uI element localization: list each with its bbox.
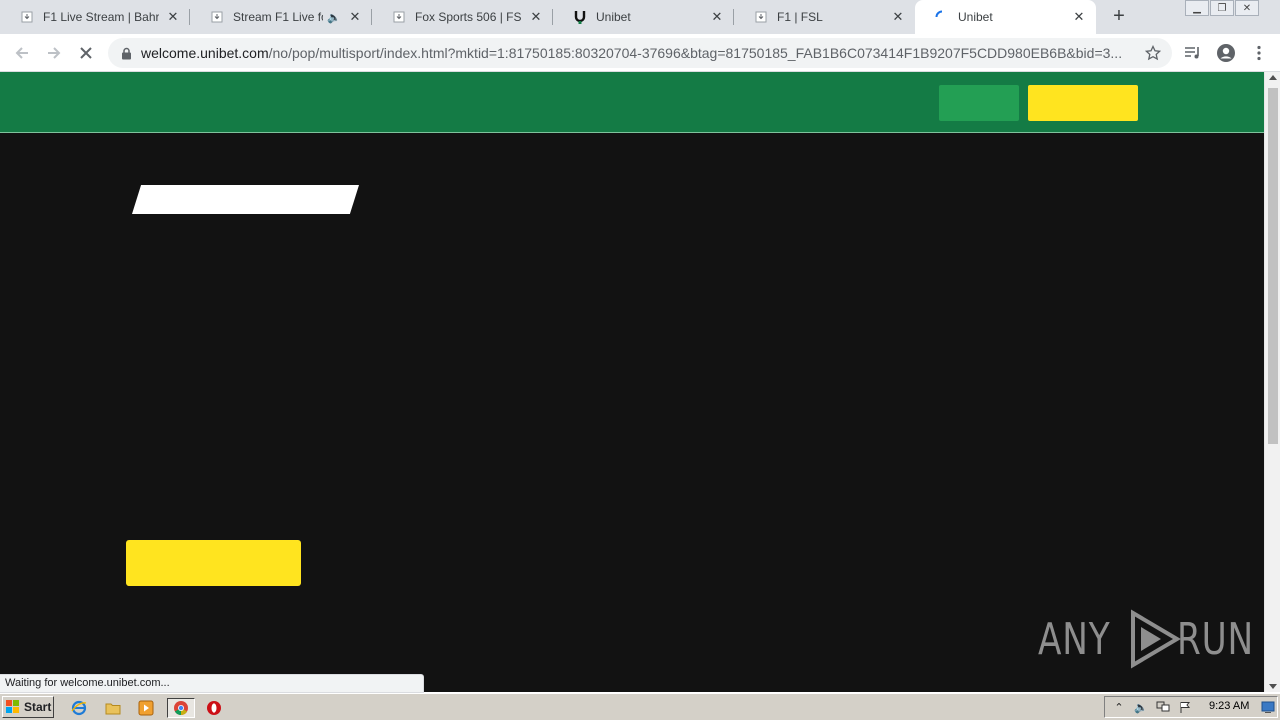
close-tab-icon[interactable]: ✕ [165,9,181,25]
download-page-icon [754,10,768,24]
lock-icon[interactable] [119,46,133,60]
watermark-text-any: ANY [1038,613,1111,665]
tab-title: F1 Live Stream | Bahrain [43,10,159,24]
profile-avatar-icon[interactable] [1215,42,1237,64]
tab-title: F1 | FSL [777,10,823,24]
folder-icon[interactable] [103,698,123,718]
vertical-scrollbar[interactable] [1264,72,1280,692]
browser-toolbar: welcome.unibet.com/no/pop/multisport/ind… [0,34,1280,72]
tab-fox-sports-506[interactable]: Fox Sports 506 | FSL ✕ [372,0,553,34]
cta-button[interactable] [126,540,301,586]
bookmark-star-icon[interactable] [1144,44,1162,62]
ie-icon[interactable] [69,698,89,718]
network-icon[interactable] [1155,699,1171,715]
site-header [0,72,1264,133]
scroll-up-arrow-icon[interactable] [1269,75,1277,80]
chrome-icon[interactable] [167,698,195,718]
loading-spinner-icon [935,10,949,24]
system-tray: ⌃ 🔈 9:23 AM [1104,696,1278,718]
tab-title: Unibet [958,10,993,24]
tab-f1-fsl[interactable]: F1 | FSL ✕ [734,0,915,34]
address-bar[interactable]: welcome.unibet.com/no/pop/multisport/ind… [108,38,1172,68]
url-text[interactable]: welcome.unibet.com/no/pop/multisport/ind… [141,45,1129,61]
play-triangle-icon [1130,609,1181,669]
action-center-flag-icon[interactable] [1177,699,1193,715]
volume-icon[interactable]: 🔈 [1133,699,1149,715]
media-control-icon[interactable] [1182,42,1204,64]
close-window-icon[interactable]: ✕ [1235,0,1259,16]
close-tab-icon[interactable]: ✕ [528,9,544,25]
back-icon[interactable] [10,41,34,65]
tab-unibet[interactable]: Unibet ✕ [553,0,734,34]
new-tab-button[interactable]: + [1108,6,1130,28]
tab-unibet-active[interactable]: Unibet ✕ [915,0,1096,34]
download-page-icon [392,10,406,24]
tab-f1-live-stream[interactable]: F1 Live Stream | Bahrain ✕ [0,0,190,34]
download-page-icon [20,10,34,24]
window-controls: ▁ ❐ ✕ [1184,0,1259,18]
anyrun-watermark: ANY RUN [1038,609,1264,669]
scrollbar-thumb[interactable] [1268,88,1278,444]
tab-title: Stream F1 Live for Free [233,10,323,24]
start-button[interactable]: Start [2,696,54,718]
restore-icon[interactable]: ❐ [1210,0,1234,16]
headline-placeholder [132,185,359,214]
kebab-menu-icon[interactable] [1248,42,1270,64]
show-desktop-icon[interactable] [1261,700,1275,714]
tab-stream-f1-live[interactable]: Stream F1 Live for Free 🔈 ✕ [190,0,372,34]
media-player-icon[interactable] [136,698,156,718]
watermark-text-run: RUN [1176,613,1254,665]
tab-title: Fox Sports 506 | FSL [415,10,522,24]
windows-flag-icon [6,700,19,713]
download-page-icon [210,10,224,24]
login-button[interactable] [939,85,1019,121]
web-page-viewport: ANY RUN [0,72,1264,670]
stop-loading-icon[interactable] [74,41,98,65]
minimize-icon[interactable]: ▁ [1185,0,1209,16]
forward-icon[interactable] [42,41,66,65]
show-hidden-icons-icon[interactable]: ⌃ [1111,699,1127,715]
speaker-icon[interactable]: 🔈 [327,11,341,24]
tab-title: Unibet [596,10,631,24]
scroll-down-arrow-icon[interactable] [1269,684,1277,689]
loading-status-bar: Waiting for welcome.unibet.com... [0,674,424,693]
windows-taskbar: Start ⌃ 🔈 9:23 AM [0,693,1280,720]
url-path: /no/pop/multisport/index.html?mktid=1:81… [268,45,1123,61]
close-tab-icon[interactable]: ✕ [709,9,725,25]
tab-strip: F1 Live Stream | Bahrain ✕ Stream F1 Liv… [0,0,1280,34]
close-tab-icon[interactable]: ✕ [890,9,906,25]
register-button[interactable] [1028,85,1138,121]
unibet-u-icon [573,10,587,24]
close-tab-icon[interactable]: ✕ [1071,9,1087,25]
opera-icon[interactable] [204,698,224,718]
clock[interactable]: 9:23 AM [1209,700,1249,712]
start-label: Start [24,700,52,714]
url-host: welcome.unibet.com [141,45,269,61]
close-tab-icon[interactable]: ✕ [347,9,363,25]
